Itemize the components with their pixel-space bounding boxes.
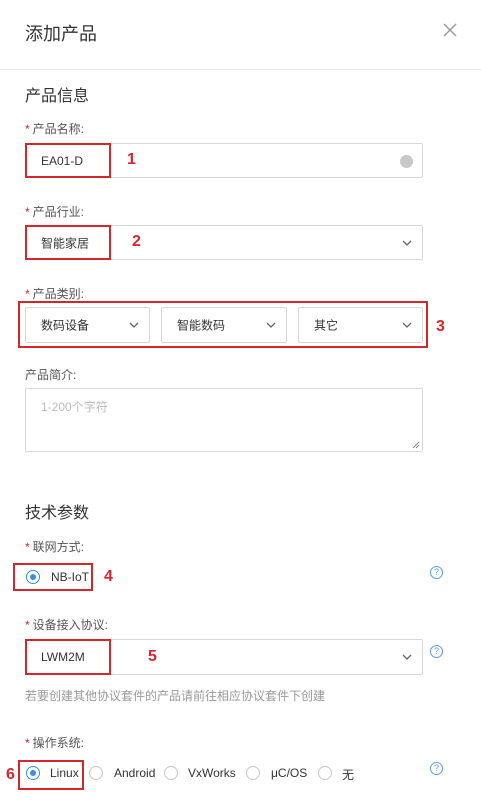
product-desc-label: 产品简介: [25,368,77,382]
chevron-down-icon [402,240,412,246]
annotation-number-3: 3 [436,318,445,335]
annotation-number-6: 6 [6,766,15,783]
radio-os-none[interactable] [318,766,332,780]
required-mark: * [25,618,30,632]
os-label-text: 操作系统: [32,736,85,750]
radio-os-android-label[interactable]: Android [114,766,155,780]
required-mark: * [25,736,30,750]
product-industry-label-text: 产品行业: [32,205,85,219]
radio-os-vxworks[interactable] [164,766,178,780]
network-label: * 联网方式: [25,538,84,555]
radio-os-vxworks-label[interactable]: VxWorks [188,766,236,780]
product-industry-label: * 产品行业: [25,203,84,220]
section-title-product-info: 产品信息 [25,88,90,105]
required-mark: * [25,122,30,136]
annotation-number-1: 1 [127,151,136,168]
chevron-down-icon [402,654,412,660]
annotation-box-1 [25,143,111,178]
annotation-number-5: 5 [148,648,157,665]
help-icon[interactable]: ? [430,566,443,579]
radio-os-ucos-label[interactable]: μC/OS [271,766,307,780]
clear-icon[interactable] [400,154,413,168]
product-category-label-text: 产品类别: [32,287,85,301]
section-title-tech-params: 技术参数 [25,505,90,522]
resize-handle-icon[interactable] [412,441,420,449]
annotation-box-3 [18,301,428,348]
dialog-header: 添加产品 [0,0,481,70]
annotation-box-2 [25,225,111,260]
help-icon[interactable]: ? [430,762,443,775]
os-label: * 操作系统: [25,734,84,751]
required-mark: * [25,540,30,554]
protocol-hint: 若要创建其他协议套件的产品请前往相应协议套件下创建 [25,689,326,703]
product-category-label: * 产品类别: [25,285,84,302]
help-icon[interactable]: ? [430,645,443,658]
product-name-label-text: 产品名称: [32,122,85,136]
required-mark: * [25,205,30,219]
radio-os-android[interactable] [89,766,103,780]
required-mark: * [25,287,30,301]
annotation-number-2: 2 [132,233,141,250]
product-desc-placeholder: 1-200个字符 [41,400,108,414]
protocol-label-text: 设备接入协议: [32,618,109,632]
dialog-title: 添加产品 [25,24,97,44]
product-name-label: * 产品名称: [25,120,84,137]
network-label-text: 联网方式: [32,540,85,554]
product-desc-textarea[interactable]: 1-200个字符 [25,388,423,452]
annotation-box-6 [18,760,84,790]
close-icon[interactable] [441,21,459,39]
radio-os-ucos[interactable] [246,766,260,780]
annotation-box-5 [25,639,111,675]
radio-os-none-label[interactable]: 无 [342,766,354,783]
protocol-label: * 设备接入协议: [25,616,108,633]
annotation-number-4: 4 [104,568,113,585]
annotation-box-4 [13,563,93,591]
